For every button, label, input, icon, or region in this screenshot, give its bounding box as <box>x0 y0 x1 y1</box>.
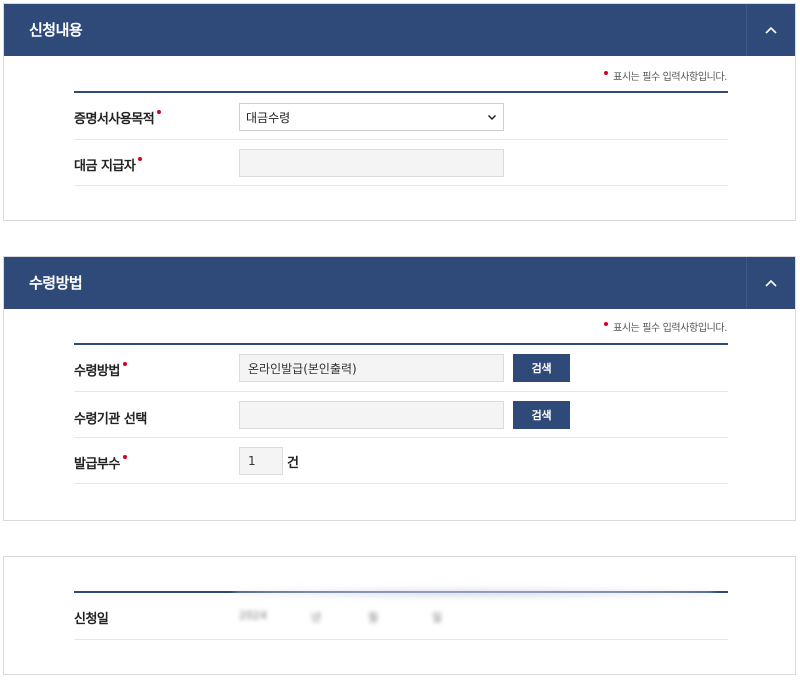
date-month-unit: 월 <box>368 611 379 624</box>
method-input[interactable]: 온라인발급(본인출력) <box>239 354 504 382</box>
agency-input[interactable] <box>239 401 504 429</box>
date-label: 신청일 <box>74 612 109 627</box>
required-dot-icon <box>604 322 609 326</box>
agency-label: 수령기관 선택 <box>74 412 147 427</box>
date-year-unit: 년 <box>311 611 322 624</box>
payer-label: 대금 지급자 <box>74 155 143 174</box>
form-table: 수령방법 온라인발급(본인출력) 검색 수령기관 선택 검색 발급부수 1 건 <box>74 343 728 484</box>
agency-search-button[interactable]: 검색 <box>513 401 570 429</box>
panel-title: 신청내용 <box>29 21 83 39</box>
copies-label: 발급부수 <box>74 453 127 472</box>
collapse-button[interactable] <box>746 4 795 56</box>
chevron-down-icon <box>487 114 497 121</box>
chevron-up-icon <box>765 279 777 287</box>
date-year: 2024 <box>239 609 267 622</box>
payer-input[interactable] <box>239 149 504 177</box>
panel-header: 신청내용 <box>4 4 795 56</box>
required-dot-icon <box>122 362 127 366</box>
required-note: 표시는 필수 입력사항입니다. <box>604 319 727 334</box>
required-dot-icon <box>138 157 143 161</box>
required-dot-icon <box>157 110 162 114</box>
receipt-panel: 수령방법 표시는 필수 입력사항입니다. 수령방법 온라인발급(본인출력) 검색… <box>3 256 796 521</box>
required-note: 표시는 필수 입력사항입니다. <box>604 68 727 83</box>
required-dot-icon <box>122 455 127 459</box>
form-table: 신청일 2024 년 월 일 <box>74 588 728 640</box>
date-day-unit: 일 <box>432 611 443 624</box>
method-label: 수령방법 <box>74 360 127 379</box>
panel-header: 수령방법 <box>4 257 795 309</box>
chevron-up-icon <box>765 26 777 34</box>
date-panel: 신청일 2024 년 월 일 <box>3 556 796 675</box>
form-table: 증명서사용목적 대금수령 대금 지급자 <box>74 91 728 186</box>
required-dot-icon <box>604 71 609 75</box>
application-panel: 신청내용 표시는 필수 입력사항입니다. 증명서사용목적 대금수령 대금 지급자 <box>3 3 796 221</box>
copies-unit: 건 <box>287 456 299 471</box>
form-row-purpose: 증명서사용목적 대금수령 <box>74 93 728 140</box>
purpose-label: 증명서사용목적 <box>74 108 162 127</box>
panel-title: 수령방법 <box>29 274 83 292</box>
form-row-date: 신청일 2024 년 월 일 <box>74 593 728 640</box>
form-row-agency: 수령기관 선택 검색 <box>74 392 728 438</box>
collapse-button[interactable] <box>746 257 795 309</box>
method-search-button[interactable]: 검색 <box>513 354 570 382</box>
purpose-select[interactable]: 대금수령 <box>239 103 504 131</box>
copies-input[interactable]: 1 <box>239 447 283 475</box>
form-row-payer: 대금 지급자 <box>74 140 728 186</box>
form-row-copies: 발급부수 1 건 <box>74 438 728 484</box>
form-row-method: 수령방법 온라인발급(본인출력) 검색 <box>74 345 728 392</box>
